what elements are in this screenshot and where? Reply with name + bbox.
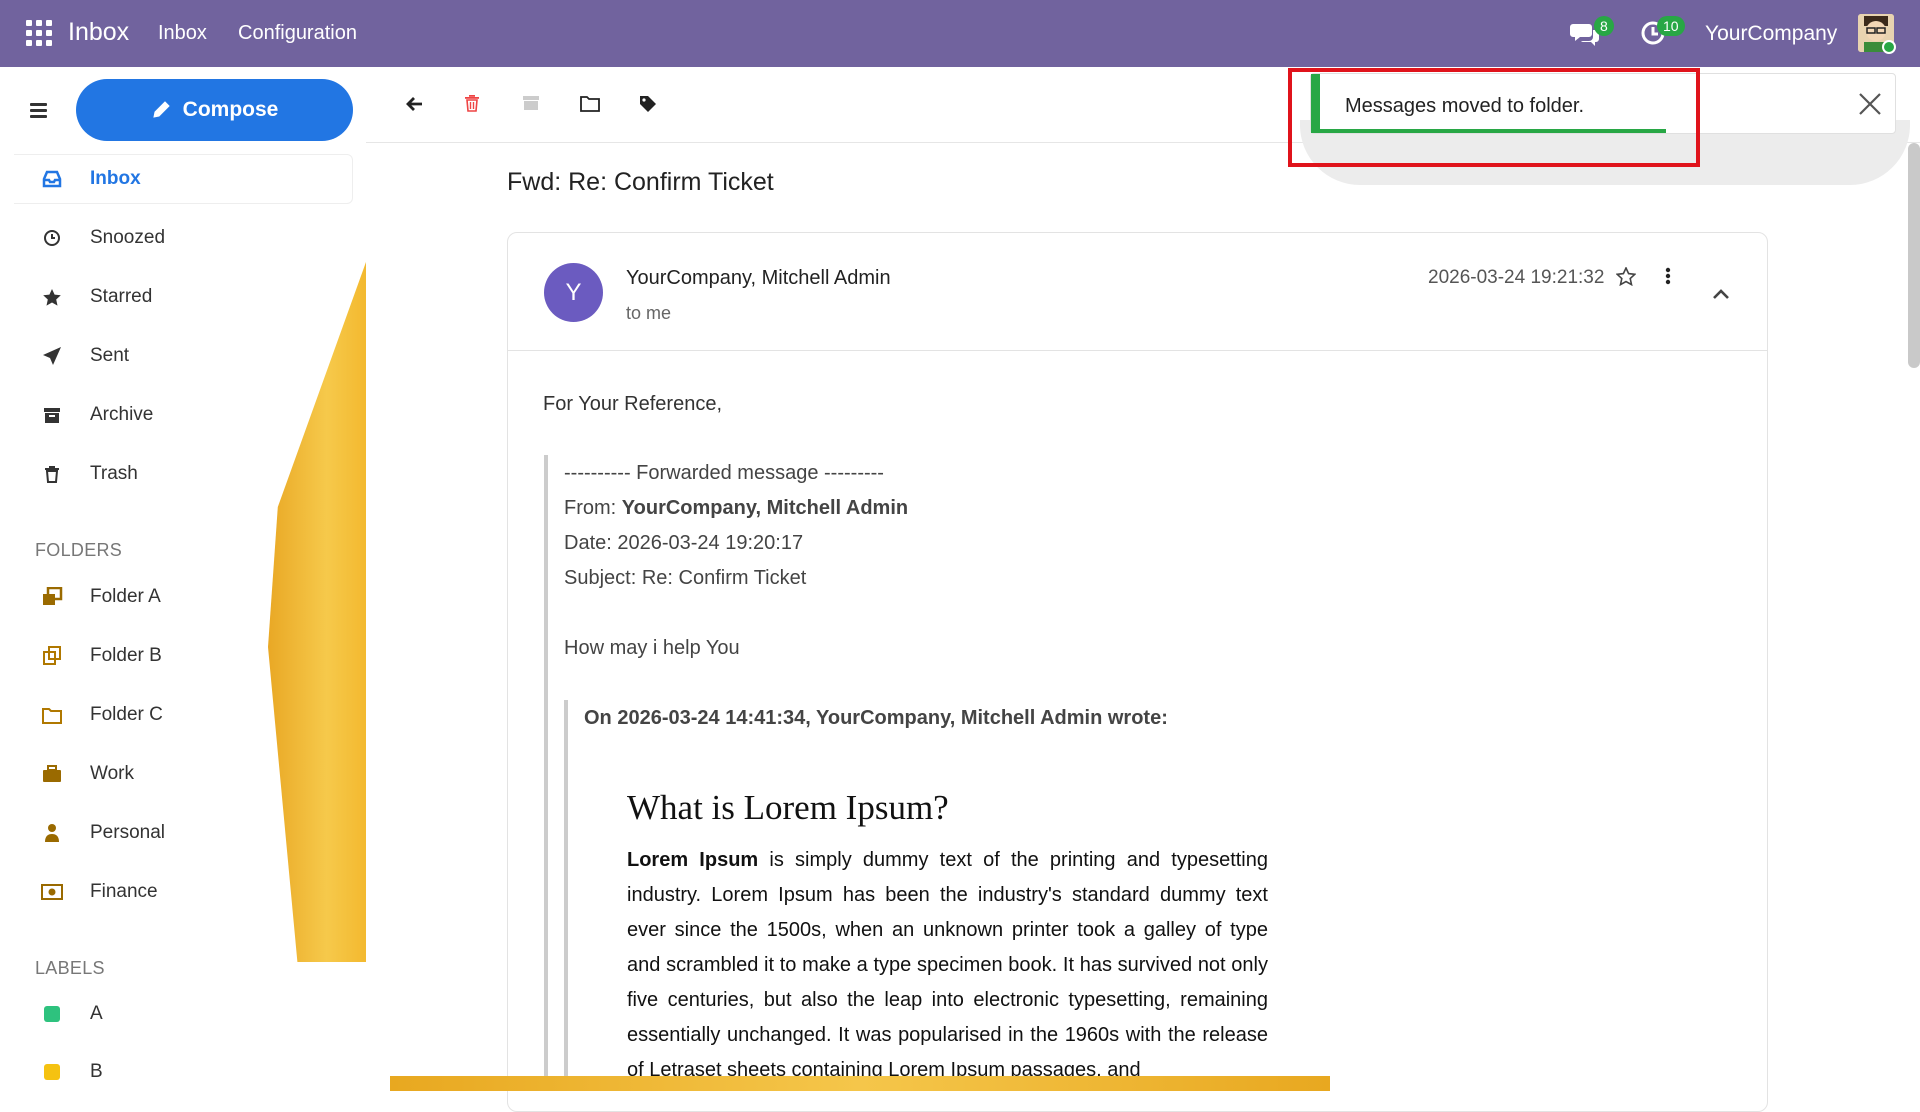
nav-configuration[interactable]: Configuration	[238, 22, 357, 45]
lorem-heading: What is Lorem Ipsum?	[627, 788, 949, 827]
sidebar-item-folder-b[interactable]: Folder B	[14, 631, 353, 681]
clock-icon	[34, 229, 70, 247]
sidebar-item-label: A	[90, 1003, 103, 1024]
sidebar-item-label: Personal	[90, 822, 165, 843]
star-outline-icon[interactable]	[1615, 266, 1637, 291]
inbox-icon	[34, 170, 70, 188]
chevron-up-icon[interactable]	[1712, 287, 1730, 305]
sender-name: YourCompany, Mitchell Admin	[626, 267, 891, 289]
top-navbar: Inbox Inbox Configuration 8 10 YourCompa…	[0, 0, 1920, 67]
sidebar-item-label: Finance	[90, 881, 158, 902]
sidebar-item-work[interactable]: Work	[14, 749, 353, 799]
company-switcher[interactable]: YourCompany	[1705, 22, 1837, 46]
highlight-box	[1288, 68, 1700, 167]
pencil-icon	[153, 101, 170, 118]
person-icon	[34, 823, 70, 843]
online-status-dot	[1882, 40, 1896, 54]
close-icon[interactable]	[1858, 92, 1882, 116]
sidebar-item-folder-c[interactable]: Folder C	[14, 690, 353, 740]
labels-heading: LABELS	[35, 958, 105, 978]
email-subject: Fwd: Re: Confirm Ticket	[507, 168, 774, 196]
app-title[interactable]: Inbox	[68, 18, 129, 47]
quote-border	[544, 455, 548, 1085]
sidebar-label-a[interactable]: A	[14, 989, 353, 1039]
sidebar-item-snoozed[interactable]: Snoozed	[14, 213, 353, 263]
sidebar-item-folder-a[interactable]: Folder A	[14, 572, 353, 622]
archive-toolbar-icon[interactable]	[522, 95, 540, 116]
sidebar-item-finance[interactable]: Finance	[14, 867, 353, 917]
lorem-paragraph: Lorem Ipsum is simply dummy text of the …	[627, 843, 1268, 1088]
lorem-body: is simply dummy text of the printing and…	[627, 849, 1269, 1081]
sidebar-item-sent[interactable]: Sent	[14, 331, 353, 381]
sidebar-item-trash[interactable]: Trash	[14, 449, 353, 499]
decorative-background-bottom	[390, 1076, 1330, 1091]
sidebar-item-label: Starred	[90, 286, 153, 307]
briefcase-icon	[34, 765, 70, 783]
trash-icon	[34, 465, 70, 483]
from-line: From: YourCompany, Mitchell Admin	[564, 497, 908, 520]
sidebar-item-label: Work	[90, 763, 134, 784]
nested-quote-border	[564, 700, 568, 1090]
apps-grid-icon[interactable]	[26, 20, 52, 46]
email-greeting: For Your Reference,	[543, 393, 722, 415]
wrote-line: On 2026-03-24 14:41:34, YourCompany, Mit…	[584, 707, 1168, 729]
label-color-dot	[44, 1006, 60, 1022]
email-header: Y YourCompany, Mitchell Admin to me 2026…	[508, 233, 1767, 351]
activities-badge: 10	[1657, 16, 1685, 36]
sidebar-item-label: Trash	[90, 463, 138, 484]
archive-icon	[34, 406, 70, 424]
menu-toggle-icon[interactable]	[30, 103, 47, 121]
sidebar-item-starred[interactable]: Starred	[14, 272, 353, 322]
sidebar-item-inbox[interactable]: Inbox	[14, 154, 353, 204]
nav-inbox[interactable]: Inbox	[158, 22, 207, 45]
compose-button[interactable]: Compose	[76, 79, 353, 141]
sidebar-item-archive[interactable]: Archive	[14, 390, 353, 440]
subject-line: Subject: Re: Confirm Ticket	[564, 567, 807, 589]
folder-outline-icon	[34, 707, 70, 724]
star-icon	[34, 288, 70, 307]
sidebar-item-label: B	[90, 1061, 103, 1082]
scrollbar[interactable]	[1908, 143, 1920, 368]
sidebar-item-label: Folder A	[90, 586, 161, 607]
sender-avatar: Y	[544, 263, 603, 322]
from-label: From:	[564, 497, 622, 519]
sidebar-item-label: Sent	[90, 345, 130, 366]
sidebar-item-label: Snoozed	[90, 227, 166, 248]
move-to-folder-icon[interactable]	[580, 95, 600, 117]
tag-icon[interactable]	[639, 95, 657, 118]
sidebar-item-label: Folder B	[90, 645, 162, 666]
lorem-bold: Lorem Ipsum	[627, 849, 759, 871]
date-line: Date: 2026-03-24 19:20:17	[564, 532, 804, 554]
messages-badge: 8	[1594, 16, 1614, 36]
back-arrow-icon[interactable]	[405, 95, 423, 118]
folder-a-icon	[34, 587, 70, 607]
more-options-icon[interactable]	[1665, 267, 1671, 290]
money-icon	[34, 884, 70, 900]
sidebar-label-b[interactable]: B	[14, 1047, 353, 1097]
sidebar-item-personal[interactable]: Personal	[14, 808, 353, 858]
forwarded-header: ---------- Forwarded message ---------	[564, 462, 884, 484]
label-color-dot	[44, 1064, 60, 1080]
folders-heading: FOLDERS	[35, 540, 123, 560]
from-value: YourCompany, Mitchell Admin	[621, 497, 909, 519]
sidebar-item-label: Inbox	[90, 168, 141, 189]
paper-plane-icon	[34, 346, 70, 366]
folder-b-icon	[34, 646, 70, 666]
delete-icon[interactable]	[464, 94, 480, 117]
sidebar-item-label: Archive	[90, 404, 154, 425]
compose-label: Compose	[182, 98, 279, 121]
email-date: 2026-03-24 19:21:32	[1428, 267, 1605, 288]
help-line: How may i help You	[564, 637, 740, 659]
recipient-line[interactable]: to me	[626, 303, 671, 324]
sidebar-item-label: Folder C	[90, 704, 163, 725]
